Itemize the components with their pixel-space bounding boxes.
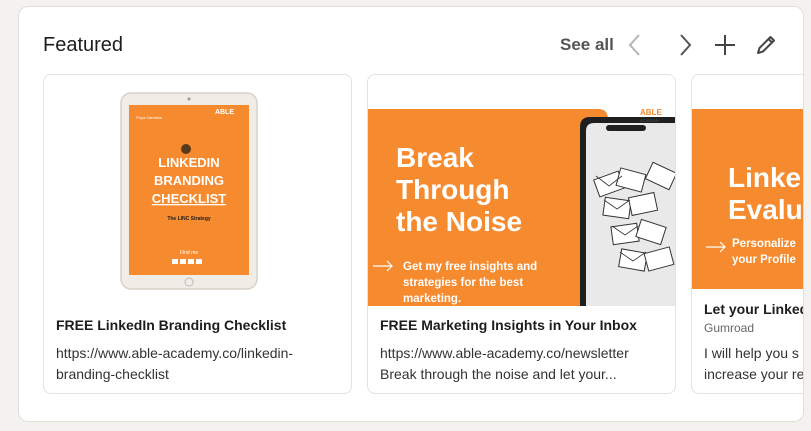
- logo-text: ABLE: [215, 109, 234, 116]
- thumb-subheading: The LINC Strategy: [167, 216, 211, 222]
- featured-card-linkedin-checklist[interactable]: ABLE Priya Careless LINKEDIN BRANDING CH…: [43, 74, 352, 394]
- card-thumbnail: ABLE ACADEMY Break Through the Noise Get…: [368, 75, 675, 306]
- card-thumbnail: ABLE Priya Careless LINKEDIN BRANDING CH…: [44, 75, 351, 306]
- thumb-heading-3: CHECKLIST: [152, 191, 226, 206]
- card-title: FREE LinkedIn Branding Checklist: [56, 317, 287, 333]
- card-source: Gumroad: [704, 321, 755, 335]
- card-desc-line-2: branding-checklist: [56, 366, 169, 382]
- plus-icon[interactable]: [711, 31, 739, 59]
- chevron-right-icon[interactable]: [671, 31, 699, 59]
- thumb-body-2: your Profile: [732, 254, 796, 266]
- thumb-body-1: Personalize: [732, 238, 796, 250]
- card-desc-line-2: Break through the noise and let your...: [380, 366, 617, 382]
- card-description: https://www.able-academy.co/newsletter B…: [380, 343, 660, 385]
- card-desc-line-1: https://www.able-academy.co/newsletter: [380, 345, 629, 361]
- thumb-find-me: Find me: [180, 250, 198, 256]
- see-all-link[interactable]: See all: [560, 35, 614, 55]
- chevron-left-icon[interactable]: [621, 31, 649, 59]
- author-name: Priya Careless: [136, 115, 162, 120]
- featured-section: Featured See all ABLE Priya Careless LIN…: [18, 6, 804, 422]
- featured-carousel: ABLE Priya Careless LINKEDIN BRANDING CH…: [43, 74, 804, 394]
- thumb-headline-1: Linke: [728, 162, 801, 193]
- thumb-headline-2: Evalu: [728, 194, 803, 225]
- thumb-heading-1: LINKEDIN: [158, 155, 219, 170]
- featured-card-newsletter[interactable]: ABLE ACADEMY Break Through the Noise Get…: [367, 74, 676, 394]
- featured-card-gumroad[interactable]: Linke Evalu Personalize your Profile Let…: [691, 74, 804, 394]
- card-desc-line-1: I will help you s: [704, 345, 799, 361]
- thumb-headline-2: Through: [396, 174, 510, 205]
- thumb-body-2: strategies for the best: [403, 277, 523, 289]
- thumb-body-1: Get my free insights and: [403, 261, 537, 273]
- card-title: FREE Marketing Insights in Your Inbox: [380, 317, 637, 333]
- card-description: I will help you s increase your re: [704, 343, 804, 385]
- thumb-heading-2: BRANDING: [154, 173, 224, 188]
- card-thumbnail: Linke Evalu Personalize your Profile: [692, 75, 803, 306]
- thumb-headline-3: the Noise: [396, 206, 522, 237]
- card-title: Let your Linked: [704, 301, 804, 317]
- pencil-icon[interactable]: [752, 31, 780, 59]
- section-title: Featured: [43, 34, 124, 56]
- card-description: https://www.able-academy.co/linkedin- br…: [56, 343, 336, 385]
- thumb-headline-1: Break: [396, 142, 474, 173]
- card-desc-line-1: https://www.able-academy.co/linkedin-: [56, 345, 294, 361]
- logo-subtext: ACADEMY: [640, 118, 660, 123]
- card-desc-line-2: increase your re: [704, 366, 804, 382]
- logo-text: ABLE: [640, 108, 662, 117]
- thumb-body-3: marketing.: [403, 293, 461, 305]
